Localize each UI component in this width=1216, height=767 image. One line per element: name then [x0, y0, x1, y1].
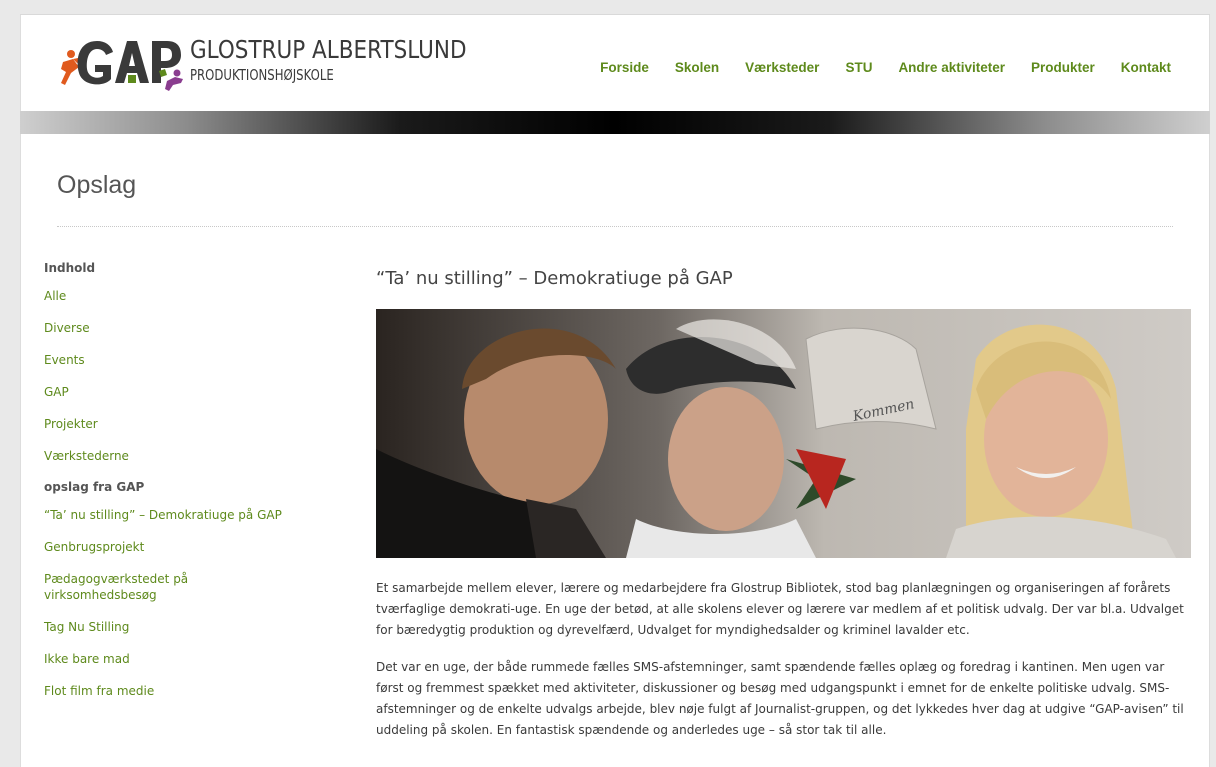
sidebar-category-events[interactable]: Events — [44, 352, 344, 368]
main-content: Opslag Indhold Alle Diverse Events GAP P… — [20, 134, 1210, 767]
sidebar-post-link[interactable]: “Ta’ nu stilling” – Demokratiuge på GAP — [44, 507, 344, 523]
title-divider — [57, 226, 1173, 227]
post-hero-image: Kommen — [376, 309, 1191, 558]
sidebar-post-link[interactable]: Tag Nu Stilling — [44, 619, 344, 635]
sidebar-heading-posts: opslag fra GAP — [44, 480, 145, 494]
page-title: Opslag — [57, 171, 137, 199]
page-wrapper: GLOSTRUP ALBERTSLUND PRODUKTIONSHØJSKOLE… — [20, 14, 1210, 767]
header-banner — [20, 111, 1210, 134]
post-paragraph: Det var en uge, der både rummede fælles … — [376, 660, 1184, 737]
site-header: GLOSTRUP ALBERTSLUND PRODUKTIONSHØJSKOLE… — [20, 15, 1210, 111]
main-navigation: Forside Skolen Værksteder STU Andre akti… — [574, 60, 1171, 75]
nav-skolen[interactable]: Skolen — [675, 60, 719, 75]
logo-school-type: PRODUKTIONSHØJSKOLE — [190, 66, 334, 84]
sidebar-heading-categories: Indhold — [44, 261, 96, 275]
sidebar-category-diverse[interactable]: Diverse — [44, 320, 344, 336]
sidebar-post-link[interactable]: Genbrugsprojekt — [44, 539, 344, 555]
gap-logo-icon — [61, 41, 183, 91]
sidebar-category-alle[interactable]: Alle — [44, 288, 344, 304]
nav-forside[interactable]: Forside — [600, 60, 649, 75]
sidebar-post-link[interactable]: Pædagogværkstedet på virksomhedsbesøg — [44, 571, 244, 603]
nav-vaerksteder[interactable]: Værksteder — [745, 60, 819, 75]
nav-stu[interactable]: STU — [845, 60, 872, 75]
sidebar: Indhold Alle Diverse Events GAP Projekte… — [44, 261, 344, 715]
site-logo[interactable]: GLOSTRUP ALBERTSLUND PRODUKTIONSHØJSKOLE — [57, 29, 467, 93]
sidebar-category-gap[interactable]: GAP — [44, 384, 344, 400]
sidebar-category-vaerkstederne[interactable]: Værkstederne — [44, 448, 344, 464]
nav-andre-aktiviteter[interactable]: Andre aktiviteter — [898, 60, 1005, 75]
post-title: “Ta’ nu stilling” – Demokratiuge på GAP — [376, 268, 733, 289]
sidebar-category-projekter[interactable]: Projekter — [44, 416, 344, 432]
nav-kontakt[interactable]: Kontakt — [1121, 60, 1171, 75]
sidebar-post-link[interactable]: Ikke bare mad — [44, 651, 344, 667]
sidebar-post-link[interactable]: Flot film fra medie — [44, 683, 344, 699]
post-article: “Ta’ nu stilling” – Demokratiuge på GAP — [376, 268, 1191, 741]
students-photo: Kommen — [376, 309, 1191, 558]
logo-school-name: GLOSTRUP ALBERTSLUND — [190, 35, 467, 64]
nav-produkter[interactable]: Produkter — [1031, 60, 1095, 75]
post-paragraph: Et samarbejde mellem elever, lærere og m… — [376, 581, 1184, 637]
